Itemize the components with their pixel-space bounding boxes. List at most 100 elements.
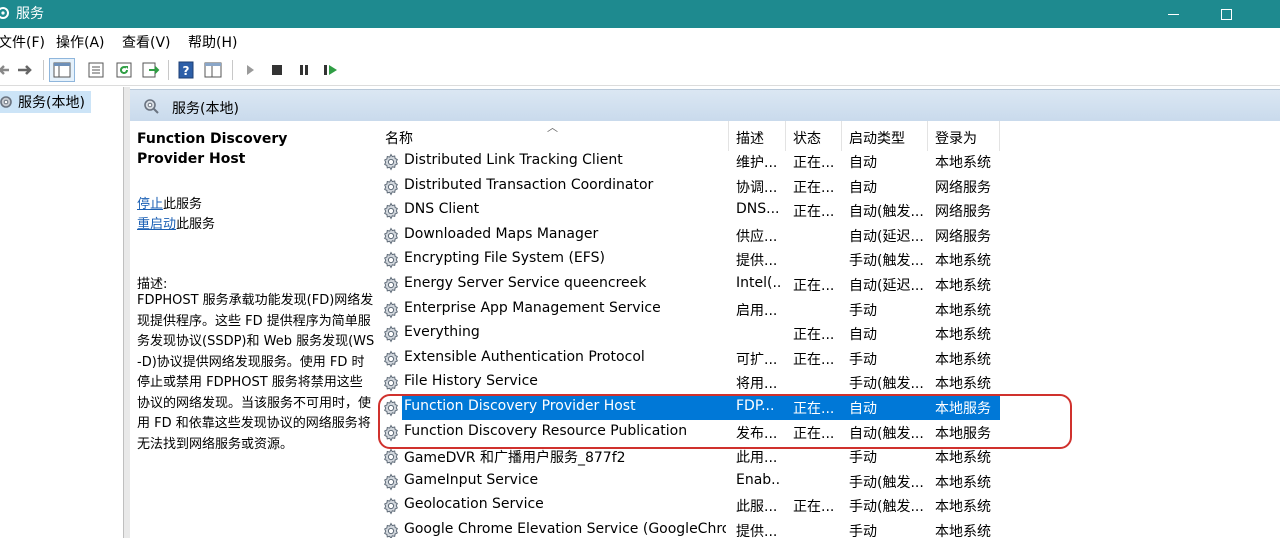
service-row[interactable]: GameInput Service Enab... 手动(触发... 本地系统 — [375, 470, 1280, 494]
console-button[interactable] — [201, 58, 225, 82]
column-divider[interactable] — [728, 121, 729, 151]
console-icon — [204, 62, 222, 78]
service-description: 此用... — [736, 450, 778, 467]
service-description: 提供... — [736, 253, 778, 270]
service-status: 正在... — [793, 499, 835, 516]
service-row[interactable]: Energy Server Service queencreek Intel(..… — [375, 273, 1280, 297]
tree-item-services-local[interactable]: 服务(本地) — [0, 91, 91, 113]
column-divider[interactable] — [999, 121, 1000, 151]
service-row[interactable]: Extensible Authentication Protocol 可扩... 正… — [375, 347, 1280, 371]
service-startup-type: 手动(触发... — [849, 474, 924, 491]
menu-file[interactable]: 文件(F) — [0, 32, 45, 52]
tree-item-label: 服务(本地) — [18, 95, 85, 111]
column-header-startup-type[interactable]: 启动类型 — [849, 128, 905, 148]
service-logon: 本地系统 — [935, 499, 991, 516]
pause-service-button[interactable] — [292, 58, 316, 82]
show-tree-button[interactable] — [49, 58, 75, 82]
menu-help[interactable]: 帮助(H) — [188, 32, 237, 52]
service-name: Distributed Link Tracking Client — [404, 152, 623, 168]
service-row[interactable]: Google Chrome Elevation Service (GoogleC… — [375, 519, 1280, 538]
export-icon — [142, 62, 160, 78]
stop-service-button[interactable] — [265, 58, 289, 82]
column-header-logon[interactable]: 登录为 — [935, 128, 977, 148]
column-header-name[interactable]: 名称 — [385, 128, 413, 148]
service-description: 可扩... — [736, 351, 778, 368]
service-gear-icon — [382, 178, 400, 196]
service-startup-type: 自动 — [849, 179, 877, 196]
service-row[interactable]: File History Service 将用... 手动(触发... 本地系统 — [375, 371, 1280, 395]
service-gear-icon — [382, 374, 400, 392]
service-logon: 本地系统 — [935, 524, 991, 538]
export-button[interactable] — [139, 58, 163, 82]
service-name: File History Service — [404, 373, 538, 390]
start-service-button[interactable] — [238, 58, 262, 82]
menu-action[interactable]: 操作(A) — [56, 32, 105, 52]
svg-text:?: ? — [183, 64, 190, 78]
sort-ascending-icon: ︿ — [547, 121, 558, 134]
service-startup-type: 手动 — [849, 524, 877, 538]
service-name: Energy Server Service queencreek — [404, 275, 647, 291]
service-name: GameDVR 和广播用户服务_877f2 — [404, 450, 626, 467]
column-header-description[interactable]: 描述 — [736, 128, 764, 148]
service-row[interactable]: Enterprise App Management Service 启用... 手动… — [375, 298, 1280, 322]
service-logon: 网络服务 — [935, 204, 991, 221]
service-description: Enab... — [736, 471, 780, 488]
service-description: 启用... — [736, 302, 778, 319]
service-row[interactable]: DNS Client DNS... 正在... 自动(触发... 网络服务 — [375, 199, 1280, 223]
service-gear-icon — [382, 522, 400, 538]
service-name: Geolocation Service — [404, 496, 544, 513]
service-gear-icon — [382, 473, 400, 491]
properties-button[interactable] — [84, 58, 108, 82]
services-icon — [144, 99, 159, 114]
pause-icon — [300, 65, 308, 75]
service-logon: 网络服务 — [935, 179, 991, 196]
service-logon: 本地系统 — [935, 376, 991, 393]
column-header-status[interactable]: 状态 — [793, 128, 821, 148]
properties-icon — [88, 62, 104, 78]
maximize-button[interactable] — [1203, 0, 1249, 28]
minimize-button[interactable] — [1150, 0, 1196, 28]
service-row[interactable]: Encrypting File System (EFS) 提供... 手动(触发..… — [375, 248, 1280, 272]
service-startup-type: 手动 — [849, 450, 877, 467]
forward-button[interactable] — [13, 58, 37, 82]
stop-service-link[interactable]: 停止 — [137, 197, 163, 212]
service-description: 维护... — [736, 155, 778, 171]
pane-title: 服务(本地) — [172, 101, 239, 117]
service-startup-type: 手动 — [849, 351, 877, 368]
column-divider[interactable] — [785, 121, 786, 151]
service-logon: 本地系统 — [935, 474, 991, 491]
resume-service-button[interactable] — [319, 58, 343, 82]
service-gear-icon — [382, 497, 400, 515]
service-gear-icon — [382, 448, 400, 466]
service-startup-type: 自动 — [849, 155, 877, 171]
back-button[interactable] — [0, 58, 12, 82]
selected-service-name: Function Discovery Provider Host — [137, 131, 288, 167]
refresh-icon — [116, 62, 132, 78]
service-row[interactable]: Geolocation Service 此服... 正在... 手动(触发... 本地系… — [375, 494, 1280, 518]
toolbar: ? — [0, 54, 1280, 86]
help-button[interactable]: ? — [174, 58, 198, 82]
service-row[interactable]: Distributed Link Tracking Client 维护... 正在.… — [375, 150, 1280, 174]
service-name: Enterprise App Management Service — [404, 299, 661, 316]
refresh-button[interactable] — [112, 58, 136, 82]
service-gear-icon — [382, 227, 400, 245]
show-tree-icon — [53, 62, 71, 78]
restart-service-link[interactable]: 重启动 — [137, 217, 176, 232]
column-divider[interactable] — [927, 121, 928, 151]
service-logon: 本地系统 — [935, 450, 991, 467]
service-status: 正在... — [793, 155, 835, 171]
service-row[interactable]: Everything 正在... 自动 本地系统 — [375, 322, 1280, 346]
service-row[interactable]: Downloaded Maps Manager 供应... 自动(延迟... 网络服务 — [375, 224, 1280, 248]
service-logon: 本地系统 — [935, 302, 991, 319]
minimize-icon — [1167, 13, 1179, 15]
service-description: Intel(... — [736, 275, 780, 291]
restart-suffix: 此服务 — [176, 217, 216, 232]
service-status: 正在... — [793, 327, 835, 344]
menu-view[interactable]: 查看(V) — [122, 32, 171, 52]
column-divider[interactable] — [841, 121, 842, 151]
service-startup-type: 自动(触发... — [849, 204, 924, 221]
service-row[interactable]: Distributed Transaction Coordinator 协调...… — [375, 175, 1280, 199]
service-gear-icon — [382, 251, 400, 269]
service-status: 正在... — [793, 278, 835, 294]
service-name: GameInput Service — [404, 471, 539, 488]
